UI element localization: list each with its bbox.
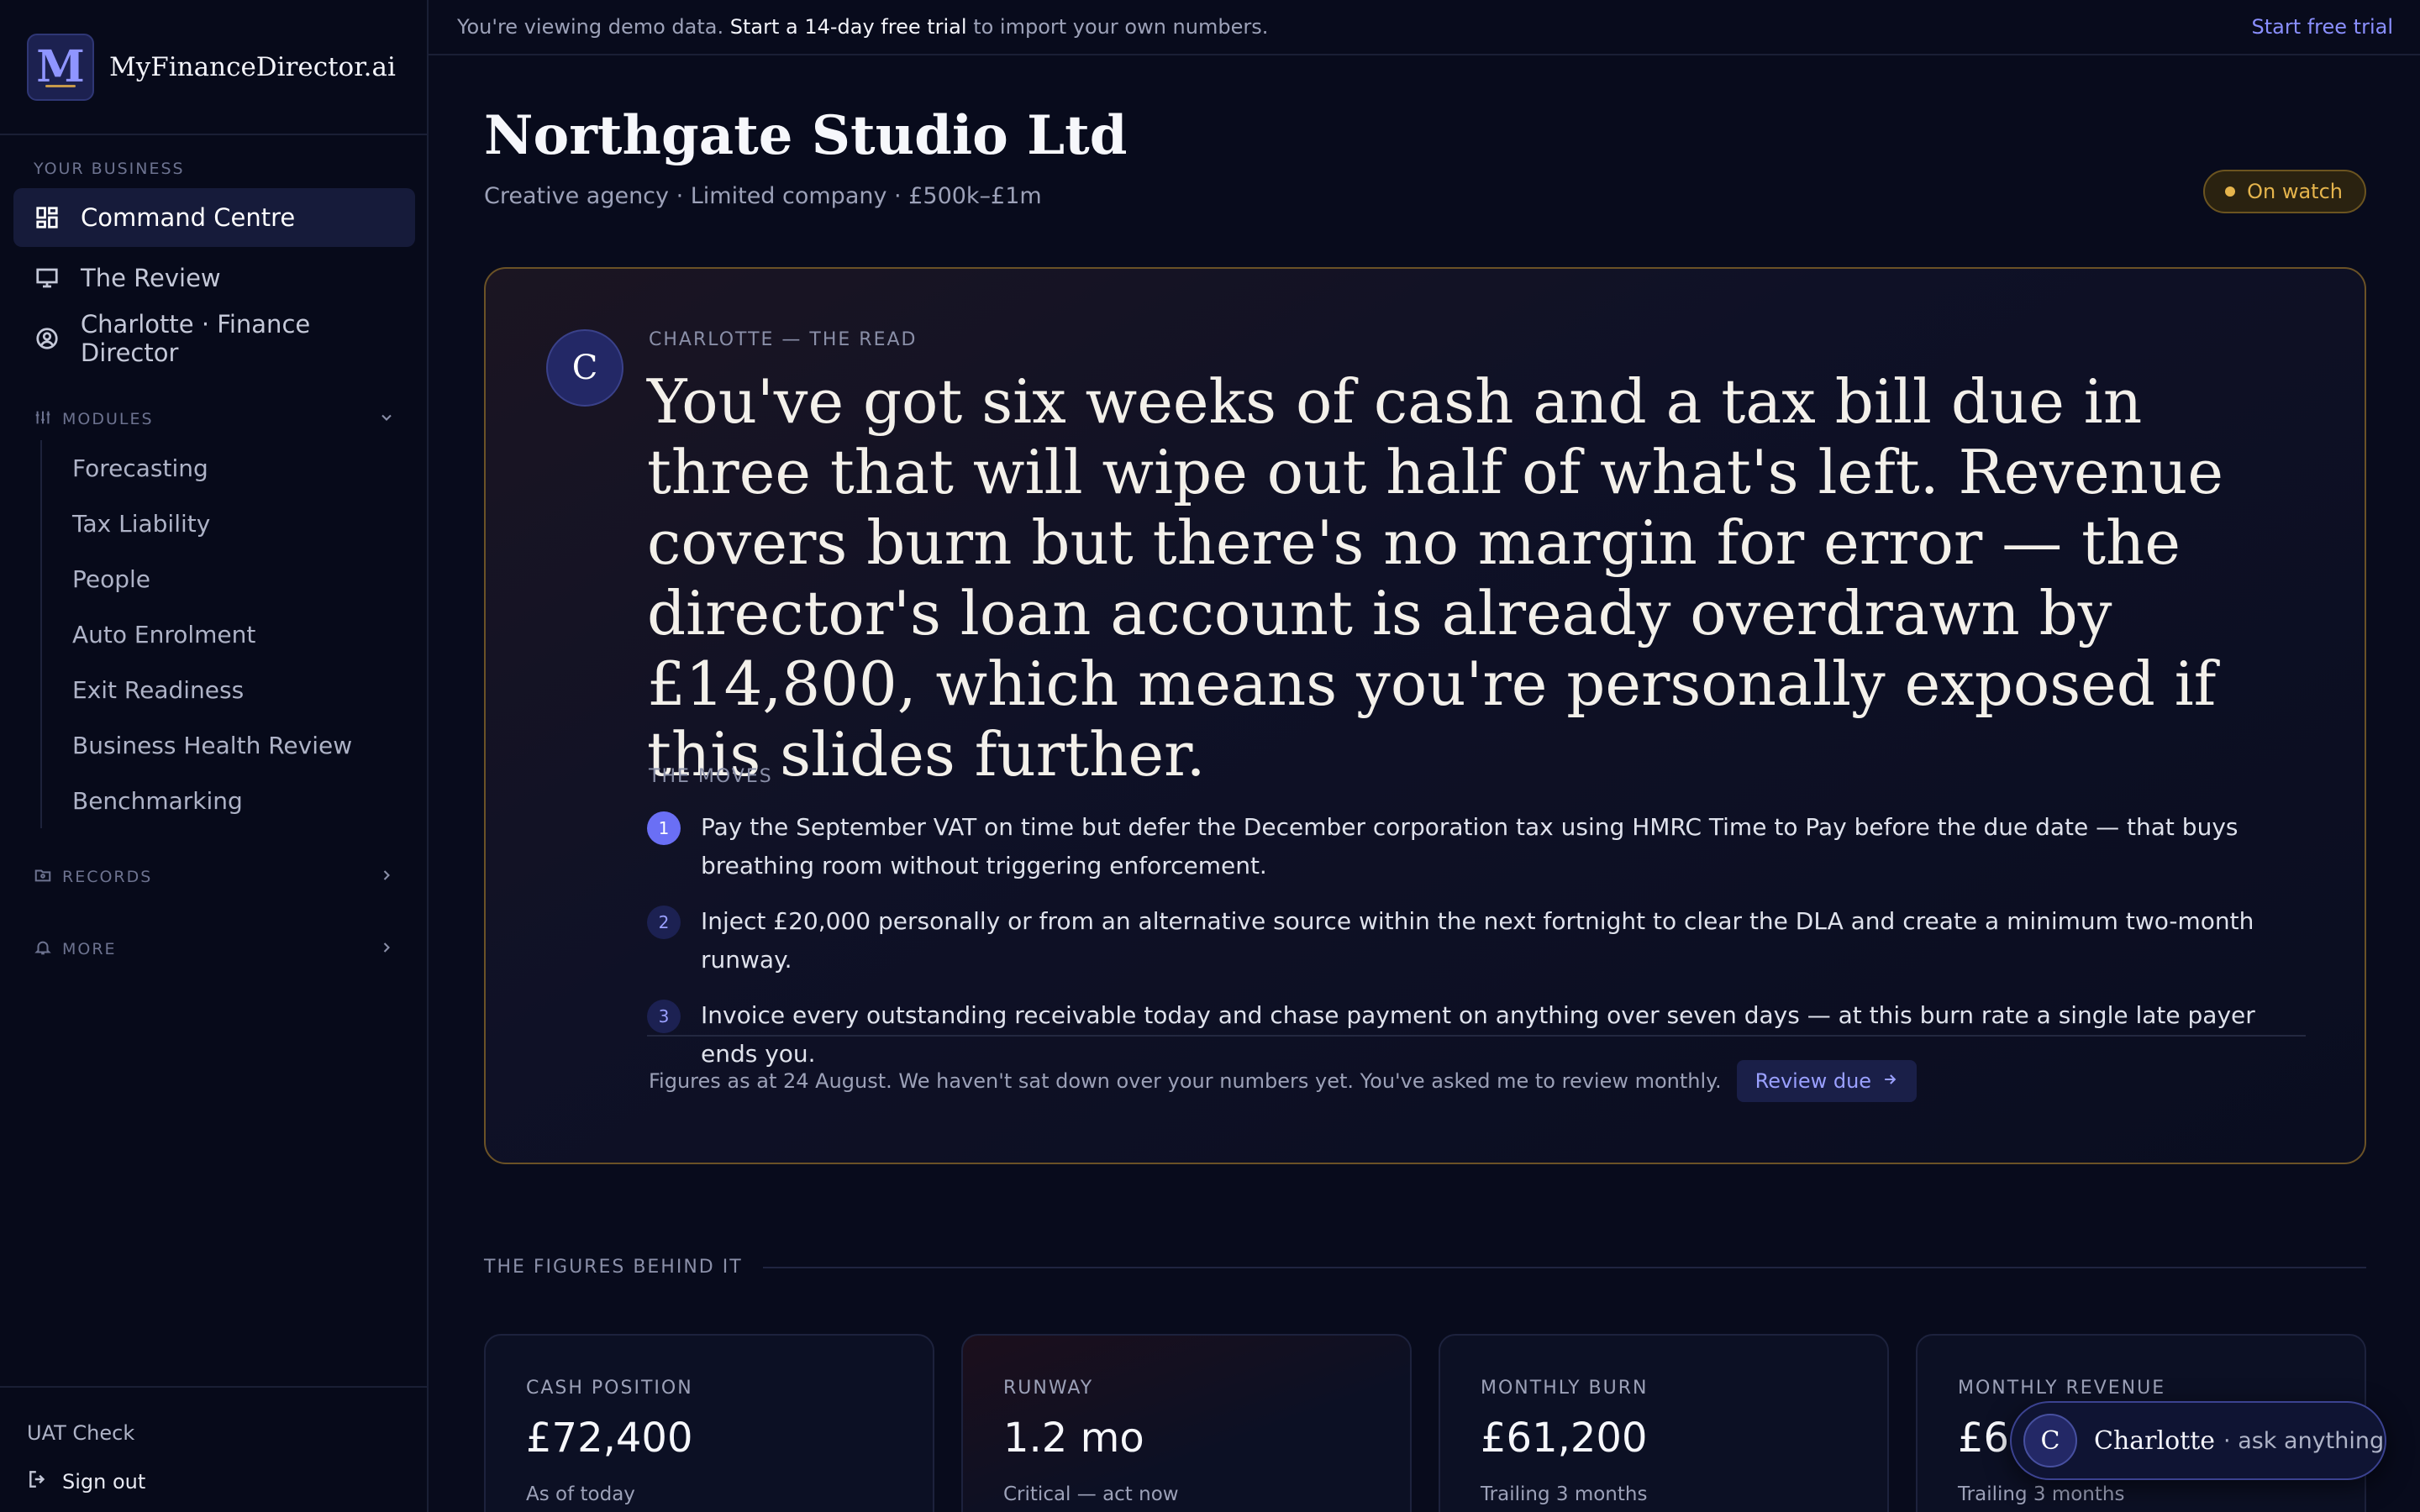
nav-the-review[interactable]: The Review bbox=[13, 249, 415, 307]
arrow-right-icon bbox=[1871, 1069, 1898, 1093]
modules-toggle[interactable]: MODULES bbox=[34, 402, 395, 436]
move-number: 3 bbox=[647, 1000, 681, 1033]
figures-note-text: Figures as at 24 August. We haven't sat … bbox=[649, 1069, 1722, 1093]
stat-sub: Critical — act now bbox=[1003, 1483, 1179, 1505]
divider bbox=[647, 1035, 2306, 1037]
figures-heading: THE FIGURES BEHIND IT bbox=[484, 1257, 2366, 1278]
divider bbox=[762, 1266, 2366, 1268]
brand[interactable]: M MyFinanceDirector.ai bbox=[0, 0, 427, 135]
status-label: On watch bbox=[2247, 180, 2343, 203]
stat-label: MONTHLY REVENUE bbox=[1958, 1378, 2166, 1399]
stat-label: CASH POSITION bbox=[526, 1378, 693, 1399]
records-label: RECORDS bbox=[62, 868, 153, 886]
sliders-icon bbox=[34, 408, 52, 430]
chat-name: Charlotte bbox=[2094, 1425, 2216, 1456]
read-label: CHARLOTTE — THE READ bbox=[649, 329, 918, 350]
module-business-health-review[interactable]: Business Health Review bbox=[42, 717, 410, 773]
nav-label: Charlotte · Finance Director bbox=[80, 310, 311, 367]
moves-label: THE MOVES bbox=[649, 766, 773, 787]
presentation-icon bbox=[34, 265, 60, 291]
move-item: 2 Inject £20,000 personally or from an a… bbox=[647, 902, 2311, 979]
stat-card-cash-position[interactable]: CASH POSITION £72,400 As of today bbox=[484, 1334, 934, 1512]
sign-out-button[interactable]: Sign out bbox=[27, 1468, 145, 1495]
company-subline: Creative agency · Limited company · £500… bbox=[484, 183, 1042, 209]
chevron-down-icon bbox=[378, 409, 395, 429]
move-number: 2 bbox=[647, 906, 681, 939]
stat-value: 1.2 mo bbox=[1003, 1415, 1144, 1462]
review-due-button[interactable]: Review due bbox=[1736, 1060, 1918, 1102]
sign-out-icon bbox=[27, 1468, 62, 1495]
stat-card-runway[interactable]: RUNWAY 1.2 mo Critical — act now bbox=[961, 1334, 1412, 1512]
bell-icon bbox=[34, 938, 52, 960]
nav-label: The Review bbox=[81, 264, 221, 292]
more-label: MORE bbox=[62, 940, 117, 958]
banner-text: You're viewing demo data. Start a 14-day… bbox=[457, 15, 1269, 39]
module-people[interactable]: People bbox=[42, 551, 410, 606]
sidebar-footer: UAT Check Sign out bbox=[0, 1386, 427, 1512]
start-free-trial-link[interactable]: Start free trial bbox=[2251, 15, 2393, 39]
your-business-label: YOUR BUSINESS bbox=[34, 160, 185, 178]
avatar: C bbox=[546, 329, 623, 407]
charlotte-read-card: C CHARLOTTE — THE READ You've got six we… bbox=[484, 267, 2366, 1164]
banner-trial-link[interactable]: Start a 14-day free trial bbox=[730, 15, 967, 39]
stat-sub: Trailing 3 months bbox=[1481, 1483, 1648, 1505]
move-text: Inject £20,000 personally or from an alt… bbox=[701, 907, 2254, 974]
records-toggle[interactable]: RECORDS bbox=[34, 860, 395, 894]
folder-icon bbox=[34, 866, 52, 888]
module-auto-enrolment[interactable]: Auto Enrolment bbox=[42, 606, 410, 662]
module-tax-liability[interactable]: Tax Liability bbox=[42, 496, 410, 551]
module-benchmarking[interactable]: Benchmarking bbox=[42, 773, 410, 828]
uat-label: UAT Check bbox=[27, 1421, 135, 1445]
review-due-label: Review due bbox=[1754, 1069, 1872, 1093]
figures-label: THE FIGURES BEHIND IT bbox=[484, 1257, 743, 1278]
modules-list: Forecasting Tax Liability People Auto En… bbox=[40, 440, 410, 828]
grid-icon bbox=[34, 204, 60, 231]
user-circle-icon bbox=[34, 325, 60, 352]
sidebar: M MyFinanceDirector.ai YOUR BUSINESS Com… bbox=[0, 0, 429, 1512]
sign-out-label: Sign out bbox=[62, 1470, 146, 1494]
stat-sub: Trailing 3 months bbox=[1958, 1483, 2125, 1505]
stat-card-monthly-burn[interactable]: MONTHLY BURN £61,200 Trailing 3 months bbox=[1439, 1334, 1889, 1512]
chat-hint: · ask anything bbox=[2223, 1427, 2385, 1454]
chevron-right-icon bbox=[378, 939, 395, 959]
page-title: Northgate Studio Ltd bbox=[484, 104, 1128, 167]
move-number: 1 bbox=[647, 811, 681, 845]
modules-label: MODULES bbox=[62, 410, 154, 428]
module-forecasting[interactable]: Forecasting bbox=[42, 440, 410, 496]
figures-note: Figures as at 24 August. We haven't sat … bbox=[649, 1060, 1918, 1102]
move-item: 1 Pay the September VAT on time but defe… bbox=[647, 808, 2311, 885]
demo-banner: You're viewing demo data. Start a 14-day… bbox=[429, 0, 2420, 55]
read-headline: You've got six weeks of cash and a tax b… bbox=[647, 366, 2223, 790]
stat-sub: As of today bbox=[526, 1483, 635, 1505]
move-text: Pay the September VAT on time but defer … bbox=[701, 813, 2238, 879]
nav-charlotte[interactable]: Charlotte · Finance Director bbox=[13, 309, 415, 368]
status-dot-icon bbox=[2225, 186, 2236, 197]
module-exit-readiness[interactable]: Exit Readiness bbox=[42, 662, 410, 717]
moves-list: 1 Pay the September VAT on time but defe… bbox=[647, 808, 2311, 1090]
ask-charlotte-button[interactable]: C Charlotte · ask anything bbox=[2010, 1401, 2386, 1480]
more-toggle[interactable]: MORE bbox=[34, 932, 395, 966]
brand-name: MyFinanceDirector.ai bbox=[109, 51, 396, 82]
stat-label: RUNWAY bbox=[1003, 1378, 1094, 1399]
nav-command-centre[interactable]: Command Centre bbox=[13, 188, 415, 247]
nav-label: Command Centre bbox=[81, 203, 296, 232]
avatar: C bbox=[2023, 1414, 2077, 1467]
brand-logo: M bbox=[27, 33, 94, 101]
stat-label: MONTHLY BURN bbox=[1481, 1378, 1649, 1399]
status-badge: On watch bbox=[2203, 170, 2366, 213]
stat-value: £72,400 bbox=[526, 1415, 693, 1462]
chevron-right-icon bbox=[378, 867, 395, 887]
stat-value: £61,200 bbox=[1481, 1415, 1648, 1462]
